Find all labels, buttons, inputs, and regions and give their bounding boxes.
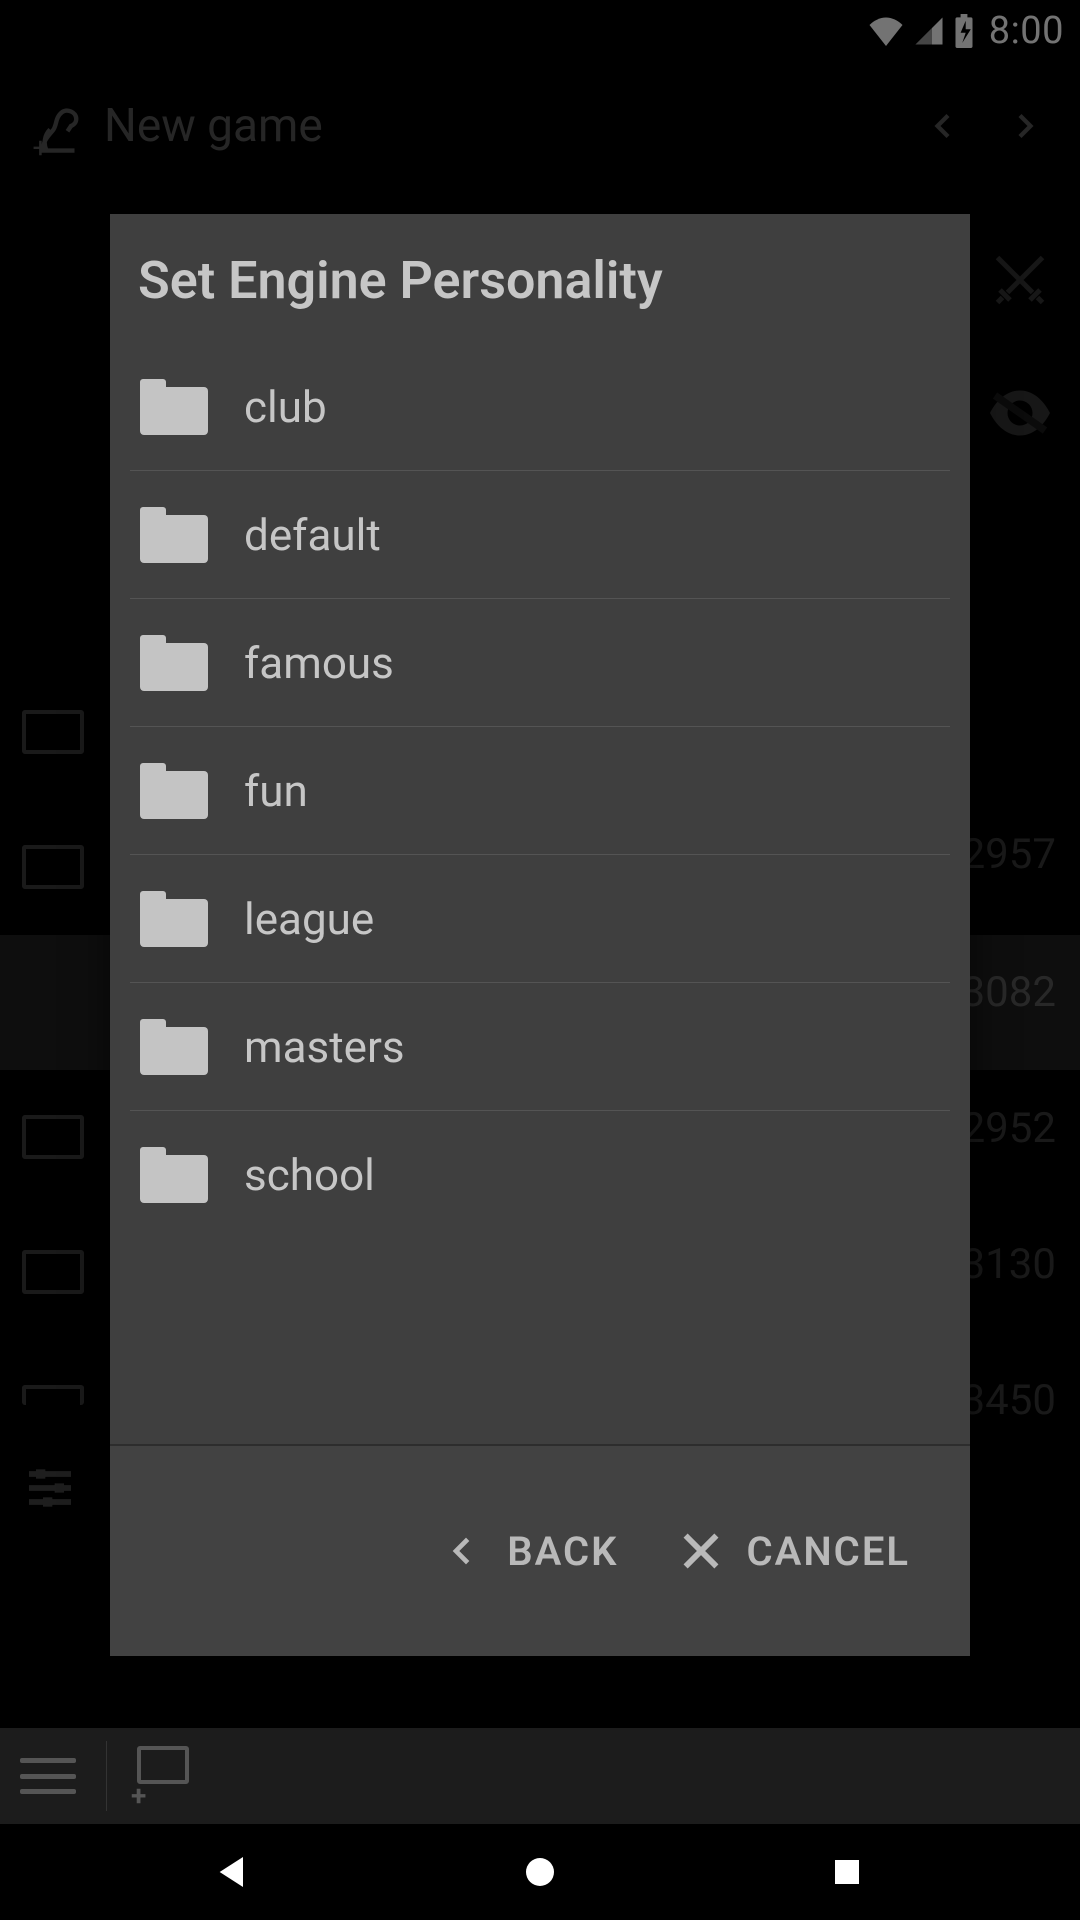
folder-icon bbox=[140, 1147, 208, 1203]
folder-label: school bbox=[244, 1149, 375, 1201]
divider bbox=[106, 1741, 107, 1811]
folder-label: famous bbox=[244, 637, 394, 689]
engine-personality-dialog: Set Engine Personality club default famo… bbox=[110, 214, 970, 1656]
menu-icon[interactable] bbox=[20, 1748, 76, 1804]
folder-icon bbox=[140, 1019, 208, 1075]
folder-item-masters[interactable]: masters bbox=[130, 983, 950, 1111]
nav-home-icon[interactable] bbox=[510, 1842, 570, 1902]
folder-item-fun[interactable]: fun bbox=[130, 727, 950, 855]
cancel-button[interactable]: CANCEL bbox=[679, 1528, 910, 1575]
back-button[interactable]: BACK bbox=[439, 1528, 618, 1575]
folder-label: league bbox=[244, 893, 374, 945]
folder-label: fun bbox=[244, 765, 308, 817]
nav-back-icon[interactable] bbox=[203, 1842, 263, 1902]
add-opponent-icon[interactable]: + bbox=[137, 1746, 197, 1806]
folder-item-famous[interactable]: famous bbox=[130, 599, 950, 727]
folder-item-school[interactable]: school bbox=[130, 1111, 950, 1239]
folder-icon bbox=[140, 763, 208, 819]
cancel-label: CANCEL bbox=[747, 1528, 910, 1575]
folder-icon bbox=[140, 891, 208, 947]
android-nav-bar bbox=[0, 1824, 1080, 1920]
personality-list: club default famous fun league masters s… bbox=[110, 343, 970, 1444]
nav-recent-icon[interactable] bbox=[817, 1842, 877, 1902]
folder-item-league[interactable]: league bbox=[130, 855, 950, 983]
folder-icon bbox=[140, 507, 208, 563]
dialog-actions: BACK CANCEL bbox=[110, 1444, 970, 1656]
folder-icon bbox=[140, 379, 208, 435]
folder-label: default bbox=[244, 509, 381, 561]
folder-label: club bbox=[244, 381, 327, 433]
chevron-left-icon bbox=[439, 1529, 483, 1573]
folder-item-club[interactable]: club bbox=[130, 343, 950, 471]
dialog-title: Set Engine Personality bbox=[110, 214, 970, 343]
folder-item-default[interactable]: default bbox=[130, 471, 950, 599]
folder-label: masters bbox=[244, 1021, 405, 1073]
folder-icon bbox=[140, 635, 208, 691]
back-label: BACK bbox=[507, 1528, 618, 1575]
bottom-toolbar: + bbox=[0, 1728, 1080, 1824]
close-icon bbox=[679, 1529, 723, 1573]
